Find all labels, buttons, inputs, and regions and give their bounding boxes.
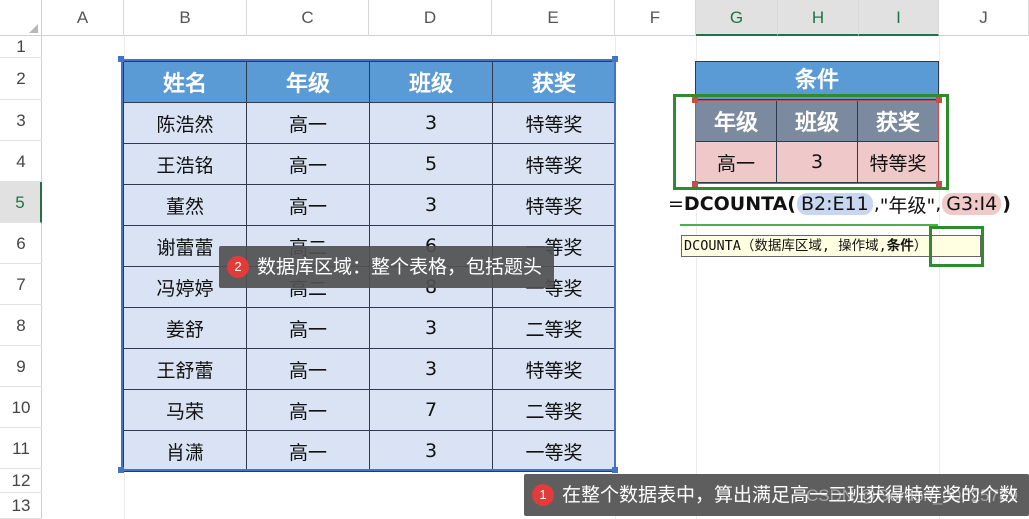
row-header-11[interactable]: 11 — [0, 428, 42, 469]
row-header-bar: 1 2 3 4 5 6 7 8 9 10 11 12 13 — [0, 36, 42, 519]
tooltip-prefix: DCOUNTA（数据库区域, 操作域, — [684, 238, 887, 254]
table-cell[interactable]: 高一 — [246, 389, 370, 431]
table-cell[interactable]: 高一 — [246, 430, 370, 472]
header-cell-class[interactable]: 班级 — [369, 61, 493, 103]
table-cell[interactable]: 特等奖 — [492, 184, 616, 226]
table-cell[interactable]: 3 — [369, 102, 493, 144]
row-header-5[interactable]: 5 — [0, 182, 42, 223]
tooltip-arg-highlight-box — [929, 226, 984, 267]
table-cell[interactable]: 高一 — [246, 143, 370, 185]
select-all-corner[interactable] — [0, 0, 42, 36]
callout-number-badge: 2 — [227, 256, 249, 278]
column-header-g[interactable]: G — [696, 0, 778, 36]
column-header-bar: A B C D E F G H I J — [0, 0, 1029, 36]
table-cell[interactable]: 马荣 — [123, 389, 247, 431]
table-cell[interactable]: 姜舒 — [123, 307, 247, 349]
table-cell[interactable]: 二等奖 — [492, 389, 616, 431]
table-row: 马荣 高一 7 二等奖 — [123, 389, 616, 431]
table-cell[interactable]: 5 — [369, 143, 493, 185]
table-cell[interactable]: 二等奖 — [492, 307, 616, 349]
column-header-c[interactable]: C — [247, 0, 369, 36]
watermark: CSDN @Gordon_00025789 — [806, 486, 1018, 505]
row-header-9[interactable]: 9 — [0, 346, 42, 387]
table-row: 董然 高一 3 特等奖 — [123, 184, 616, 226]
row-header-4[interactable]: 4 — [0, 141, 42, 182]
formula-ref-database[interactable]: B2:E11 — [797, 193, 873, 215]
header-cell-award[interactable]: 获奖 — [492, 61, 616, 103]
row-header-2[interactable]: 2 — [0, 58, 42, 100]
column-header-i[interactable]: I — [859, 0, 939, 36]
select-all-icon — [29, 24, 38, 33]
row-header-3[interactable]: 3 — [0, 100, 42, 141]
column-header-h[interactable]: H — [778, 0, 859, 36]
column-header-a[interactable]: A — [42, 0, 124, 36]
formula-cell[interactable]: = DCOUNTA( B2:E11 , "年级" , G3:I4 ) — [668, 191, 1011, 217]
table-row: 王舒蕾 高一 3 特等奖 — [123, 348, 616, 390]
column-header-d[interactable]: D — [369, 0, 492, 36]
row-header-8[interactable]: 8 — [0, 305, 42, 346]
column-header-j[interactable]: J — [939, 0, 1029, 36]
table-cell[interactable]: 王舒蕾 — [123, 348, 247, 390]
row-header-13[interactable]: 13 — [0, 493, 42, 519]
formula-separator: , — [935, 193, 942, 215]
table-cell[interactable]: 3 — [369, 430, 493, 472]
table-cell[interactable]: 肖潇 — [123, 430, 247, 472]
row-header-10[interactable]: 10 — [0, 387, 42, 428]
table-cell[interactable]: 王浩铭 — [123, 143, 247, 185]
header-cell-grade[interactable]: 年级 — [246, 61, 370, 103]
table-cell[interactable]: 一等奖 — [492, 430, 616, 472]
column-header-b[interactable]: B — [124, 0, 247, 36]
table-row: 肖潇 高一 3 一等奖 — [123, 430, 616, 472]
table-cell[interactable]: 特等奖 — [492, 348, 616, 390]
callout-number-badge: 1 — [532, 484, 554, 506]
callout-text: 数据库区域：整个表格，包括题头 — [257, 256, 543, 278]
table-row: 王浩铭 高一 5 特等奖 — [123, 143, 616, 185]
header-cell-name[interactable]: 姓名 — [123, 61, 247, 103]
table-cell[interactable]: 高一 — [246, 184, 370, 226]
table-cell[interactable]: 董然 — [123, 184, 247, 226]
formula-equals: = — [668, 193, 684, 215]
table-cell[interactable]: 高一 — [246, 102, 370, 144]
resize-handle[interactable] — [612, 56, 618, 62]
table-cell[interactable]: 7 — [369, 389, 493, 431]
table-row: 陈浩然 高一 3 特等奖 — [123, 102, 616, 144]
table-cell[interactable]: 高一 — [246, 307, 370, 349]
column-header-f[interactable]: F — [615, 0, 696, 36]
row-header-7[interactable]: 7 — [0, 264, 42, 305]
column-header-e[interactable]: E — [492, 0, 615, 36]
resize-handle[interactable] — [118, 467, 124, 473]
table-cell[interactable]: 特等奖 — [492, 143, 616, 185]
table-cell[interactable]: 陈浩然 — [123, 102, 247, 144]
row-header-6[interactable]: 6 — [0, 223, 42, 264]
table-cell[interactable]: 3 — [369, 307, 493, 349]
resize-handle[interactable] — [118, 56, 124, 62]
row-header-1[interactable]: 1 — [0, 36, 42, 58]
tooltip-suffix: ） — [913, 238, 928, 254]
table-cell[interactable]: 3 — [369, 184, 493, 226]
formula-function: DCOUNTA( — [683, 193, 796, 215]
table-row: 姜舒 高一 3 二等奖 — [123, 307, 616, 349]
resize-handle[interactable] — [612, 467, 618, 473]
callout-database-range: 2 数据库区域：整个表格，包括题头 — [219, 246, 555, 288]
table-cell[interactable]: 特等奖 — [492, 102, 616, 144]
criteria-highlight-box — [673, 94, 949, 190]
tooltip-current-arg: 条件 — [886, 238, 914, 254]
table-cell[interactable]: 高一 — [246, 348, 370, 390]
formula-ref-criteria[interactable]: G3:I4 — [942, 193, 1002, 215]
row-header-12[interactable]: 12 — [0, 469, 42, 493]
formula-field-arg: "年级" — [879, 194, 936, 217]
table-cell[interactable]: 3 — [369, 348, 493, 390]
formula-close: ) — [1002, 193, 1011, 215]
active-cell-underline — [680, 224, 938, 226]
table-header-row: 姓名 年级 班级 获奖 — [123, 61, 616, 103]
